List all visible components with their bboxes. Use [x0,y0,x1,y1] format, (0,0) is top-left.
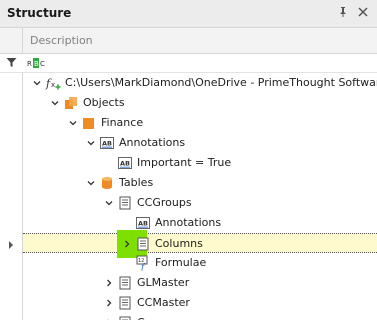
annotation-icon: AB [99,135,115,151]
tree-node-label: Columns [155,237,203,250]
tree-node-label: Annotations [119,136,186,149]
tree-row[interactable]: AB Annotations [0,133,377,153]
tree-cell[interactable]: CCMaster [23,293,377,313]
tree-cell[interactable]: AB Annotations [23,213,377,233]
tree-row[interactable]: f x C:\Users\MarkDiamond\OneDrive - PrimeT… [0,73,377,93]
filter-icon[interactable] [6,57,17,71]
svg-text:AB: AB [102,140,112,148]
row-indicator[interactable] [0,93,23,113]
focused-row-arrow-icon [8,239,14,252]
tree-row[interactable]: Tables [0,173,377,193]
tree-node-label: CCGroups [137,196,192,209]
tree-row[interactable]: Finance [0,113,377,133]
chevron-down-icon[interactable] [32,78,42,88]
chevron-down-icon[interactable] [68,118,78,128]
row-indicator[interactable] [0,253,23,273]
chevron-down-icon[interactable] [50,98,60,108]
svg-text:B: B [34,60,39,68]
annotation-icon: AB [117,155,133,171]
tree-cell[interactable]: Objects [23,93,377,113]
row-indicator[interactable] [0,73,23,93]
chevron-right-icon[interactable] [104,298,114,308]
row-indicator[interactable] [0,233,23,253]
row-indicator[interactable] [0,113,23,133]
chevron-right-icon[interactable] [122,239,132,249]
tree-node-label: C:\Users\MarkDiamond\OneDrive - PrimeTho… [65,76,377,89]
tree-row[interactable]: Objects [0,93,377,113]
tree-list: f x C:\Users\MarkDiamond\OneDrive - PrimeT… [0,73,377,327]
table-icon [135,236,151,252]
tree-cell[interactable]: Finance [23,113,377,133]
tree-node-label: Annotations [155,216,222,229]
tree-cell[interactable]: CCGroups [23,193,377,213]
row-indicator[interactable] [0,153,23,173]
row-indicator[interactable] [0,173,23,193]
row-indicator[interactable] [0,133,23,153]
tree-row[interactable]: CCGroups [0,193,377,213]
svg-text:AB: AB [138,220,148,228]
table-icon [117,295,133,311]
row-indicator[interactable] [0,213,23,233]
column-header: Description [0,28,377,54]
chevron-right-icon[interactable] [104,278,114,288]
tree-node-label: Important = True [137,156,232,169]
tree-cell[interactable]: AB Important = True [23,153,377,173]
panel-titlebar: Structure [0,0,377,28]
formula-icon: 12 f [135,255,151,273]
chevron-down-icon[interactable] [104,198,114,208]
tree-cell[interactable]: f x C:\Users\MarkDiamond\OneDrive - PrimeT… [23,73,377,93]
chevron-down-icon[interactable] [86,138,96,148]
tree-row[interactable]: AB Annotations [0,213,377,233]
table-icon [117,195,133,211]
svg-text:x: x [51,81,55,89]
tree-row[interactable]: CCMaster [0,293,377,313]
row-indicator[interactable] [0,273,23,293]
tree-node-label: Tables [119,176,154,189]
tree-node-label: CCMaster [137,296,190,309]
table-icon [117,275,133,291]
panel-title: Structure [7,6,72,20]
tree-cell[interactable]: Columns [23,230,377,258]
bottom-edge [0,320,377,327]
tree-row[interactable]: GLMaster [0,273,377,293]
pin-icon[interactable] [336,6,350,20]
tree-row[interactable]: AB Important = True [0,153,377,173]
tree-cell[interactable]: Tables [23,173,377,193]
tree-node-label: Objects [83,96,125,109]
tree-node-label: Formulae [155,256,207,269]
auto-filter-row[interactable]: R B C [0,54,377,73]
tree-node-label: GLMaster [137,276,190,289]
annotation-icon: AB [135,215,151,231]
tree-row[interactable]: Columns [0,230,377,258]
svg-text:R: R [27,60,32,68]
function-add-icon: fx [45,75,61,91]
structure-panel: Structure Description R B C f x C:\Users\M… [0,0,377,327]
tree-node-label: Finance [101,116,144,129]
tree-row[interactable]: 12 f Formulae [0,253,377,273]
tree-cell[interactable]: 12 f Formulae [23,253,377,273]
description-column-header[interactable]: Description [30,34,93,47]
row-indicator[interactable] [0,193,23,213]
close-icon[interactable] [356,6,370,20]
database-icon [99,175,115,191]
tree-cell[interactable]: AB Annotations [23,133,377,153]
indicator-column-header [0,28,23,53]
svg-text:AB: AB [120,160,130,168]
finance-icon [81,115,97,131]
svg-text:C: C [40,60,45,68]
filter-text-icon[interactable]: R B C [27,56,47,73]
row-indicator[interactable] [0,293,23,313]
objects-icon [63,95,79,111]
tree-cell[interactable]: GLMaster [23,273,377,293]
chevron-down-icon[interactable] [86,178,96,188]
